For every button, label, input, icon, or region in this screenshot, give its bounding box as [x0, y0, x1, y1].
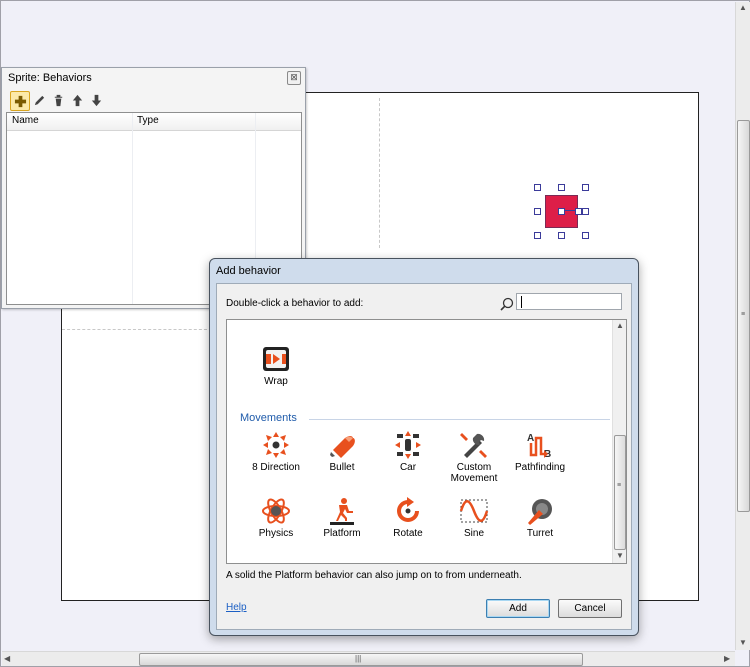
move-down-button[interactable]: [87, 91, 105, 109]
search-icon: [500, 297, 514, 311]
behavior-item-platform[interactable]: Platform: [311, 496, 373, 539]
column-header-type[interactable]: Type: [137, 115, 159, 126]
behavior-list[interactable]: Wrap Movements 8 Direction Bullet Car Cu…: [226, 319, 627, 564]
behavior-item-car[interactable]: Car: [377, 430, 439, 473]
wrap-icon: [263, 347, 289, 371]
bullet-icon: [330, 436, 355, 458]
pathfinding-icon: A B: [527, 433, 551, 460]
horizontal-scrollbar[interactable]: ◀ ||| ▶: [2, 651, 735, 666]
vertical-scroll-thumb[interactable]: ≡: [737, 120, 750, 512]
behavior-list-scroll-thumb[interactable]: ≡: [614, 435, 626, 550]
behavior-label: Turret: [526, 528, 554, 539]
viewport-guide-vertical: [379, 98, 380, 248]
panel-close-button[interactable]: ⊠: [287, 71, 301, 85]
resize-handle-bottom-left[interactable]: [534, 232, 541, 239]
grip-icon: ≡: [617, 482, 622, 489]
behavior-label: Wrap: [264, 376, 288, 387]
dialog-prompt: Double-click a behavior to add:: [226, 298, 364, 309]
eight-direction-icon: [263, 432, 289, 458]
behavior-label: Movement: [450, 473, 498, 484]
resize-handle-bottom[interactable]: [558, 232, 565, 239]
behavior-item-bullet[interactable]: Bullet: [311, 430, 373, 473]
scroll-up-icon[interactable]: ▲: [739, 3, 747, 12]
rotate-icon: [397, 497, 419, 522]
category-heading: Movements: [240, 412, 297, 424]
behavior-item-physics[interactable]: Physics: [245, 496, 307, 539]
column-divider: [132, 113, 133, 304]
behavior-label: Car: [399, 462, 417, 473]
move-down-icon: [91, 94, 101, 106]
panel-title: Sprite: Behaviors: [8, 72, 92, 84]
add-behavior-button[interactable]: [10, 91, 30, 111]
sine-icon: [459, 499, 489, 523]
platform-icon: [330, 498, 354, 525]
behavior-item-pathfinding[interactable]: A B Pathfinding: [509, 430, 571, 473]
behavior-item-turret[interactable]: Turret: [509, 496, 571, 539]
delete-icon: [54, 94, 62, 106]
viewport-guide-horizontal: [62, 329, 212, 330]
svg-text:A: A: [527, 433, 534, 444]
category-divider: [309, 419, 610, 420]
move-up-button[interactable]: [68, 91, 86, 109]
vertical-scrollbar[interactable]: ▲ ≡ ▼: [735, 2, 750, 650]
move-up-icon: [72, 94, 82, 106]
resize-handle-bottom-right[interactable]: [582, 232, 589, 239]
resize-handle-right[interactable]: [582, 208, 589, 215]
edit-icon: [34, 95, 44, 105]
behavior-label: Rotate: [393, 528, 423, 539]
behavior-list-scrollbar[interactable]: ▲ ≡ ▼: [612, 320, 626, 563]
column-header-name[interactable]: Name: [12, 115, 39, 126]
behavior-label: Custom: [456, 462, 492, 473]
behavior-item-rotate[interactable]: Rotate: [377, 496, 439, 539]
behavior-label: Bullet: [329, 462, 355, 473]
add-icon: [14, 95, 26, 107]
scroll-down-icon[interactable]: ▼: [616, 551, 624, 560]
behavior-item-wrap[interactable]: Wrap: [245, 344, 307, 387]
behavior-item-8-direction[interactable]: 8 Direction: [245, 430, 307, 473]
behavior-description: A solid the Platform behavior can also j…: [226, 570, 522, 581]
dialog-title: Add behavior: [216, 265, 281, 277]
behavior-label: Physics: [258, 528, 294, 539]
behaviors-toolbar: [8, 89, 300, 111]
behavior-item-sine[interactable]: Sine: [443, 496, 505, 539]
add-button[interactable]: Add: [486, 599, 550, 618]
edit-behavior-button[interactable]: [30, 91, 48, 109]
cancel-button[interactable]: Cancel: [558, 599, 622, 618]
scroll-left-icon[interactable]: ◀: [4, 654, 10, 663]
search-input[interactable]: [516, 293, 622, 310]
behavior-label: Pathfinding: [514, 462, 566, 473]
custom-movement-icon: [460, 433, 487, 458]
behavior-item-custom-movement[interactable]: Custom Movement: [443, 430, 505, 484]
list-header: Name Type: [7, 113, 301, 131]
resize-handle-top[interactable]: [558, 184, 565, 191]
resize-handle-top-left[interactable]: [534, 184, 541, 191]
origin-handle[interactable]: [558, 208, 565, 215]
text-caret: [521, 296, 522, 308]
car-icon: [395, 431, 421, 459]
image-point-handle[interactable]: [575, 208, 582, 215]
resize-handle-left[interactable]: [534, 208, 541, 215]
delete-behavior-button[interactable]: [49, 91, 67, 109]
behavior-label: Sine: [463, 528, 484, 539]
behavior-label: 8 Direction: [252, 462, 300, 473]
add-behavior-dialog: Add behavior Double-click a behavior to …: [209, 258, 639, 636]
resize-handle-top-right[interactable]: [582, 184, 589, 191]
physics-icon: [262, 498, 290, 524]
grip-icon: ≡: [741, 311, 746, 318]
turret-icon: [528, 499, 552, 525]
scroll-up-icon[interactable]: ▲: [616, 321, 624, 330]
help-link[interactable]: Help: [226, 602, 247, 613]
behavior-label: Platform: [323, 528, 361, 539]
scroll-right-icon[interactable]: ▶: [724, 654, 730, 663]
grip-icon: |||: [355, 654, 362, 663]
dialog-body: Double-click a behavior to add: Wrap Mov…: [216, 283, 632, 630]
scroll-down-icon[interactable]: ▼: [739, 638, 747, 647]
horizontal-scroll-thumb[interactable]: |||: [139, 653, 583, 666]
